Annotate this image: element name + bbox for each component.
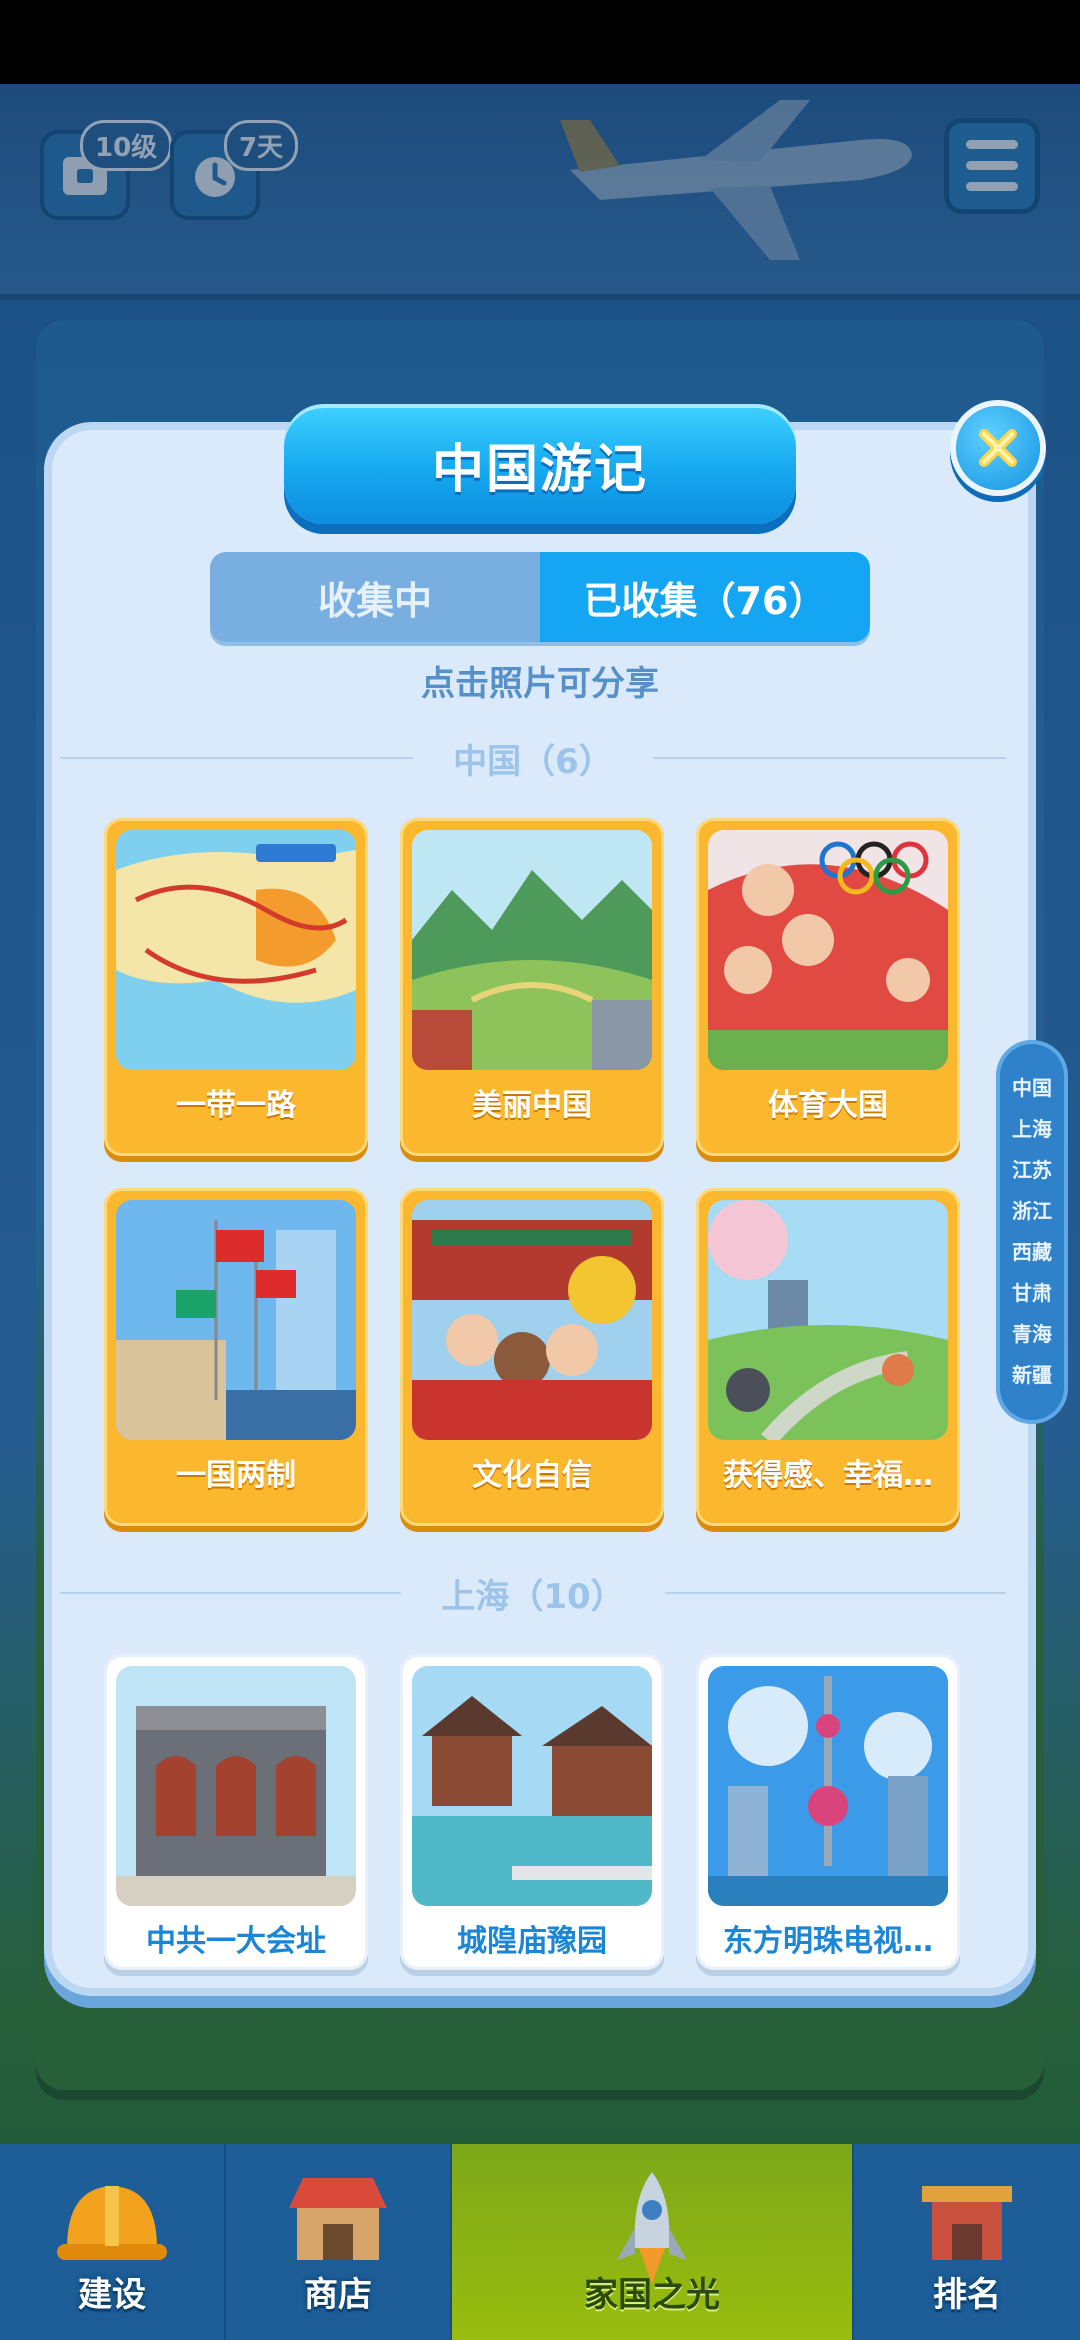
nav-ranking[interactable]: 排名 bbox=[854, 2144, 1080, 2340]
photo-card[interactable]: 一带一路 bbox=[104, 818, 368, 1156]
section-header-china: 中国（6） bbox=[60, 733, 1007, 783]
section-title: 上海（10） bbox=[441, 1576, 625, 1617]
nav-build[interactable]: 建设 bbox=[0, 2144, 226, 2340]
photo-card[interactable]: 城隍庙豫园 bbox=[400, 1654, 664, 1970]
index-item-jiangsu[interactable]: 江苏 bbox=[1012, 1152, 1052, 1189]
nav-label: 商店 bbox=[304, 2275, 372, 2315]
divider bbox=[664, 1592, 1007, 1594]
photo-beautiful-china bbox=[412, 830, 652, 1070]
nav-label: 排名 bbox=[933, 2275, 1001, 2315]
collection-tabs: 收集中 已收集（76） bbox=[210, 552, 870, 642]
shop-icon bbox=[289, 2178, 387, 2260]
card-label: 文化自信 bbox=[472, 1458, 592, 1493]
photo-card[interactable]: 获得感、幸福… bbox=[696, 1188, 960, 1526]
nav-home-glory[interactable]: 家国之光 bbox=[452, 2144, 854, 2340]
photo-oriental-pearl-tower bbox=[708, 1666, 948, 1906]
photo-happiness bbox=[708, 1200, 948, 1440]
nav-label: 建设 bbox=[78, 2275, 146, 2315]
section-header-shanghai: 上海（10） bbox=[60, 1568, 1007, 1618]
divider bbox=[60, 757, 414, 759]
photo-card[interactable]: 一国两制 bbox=[104, 1188, 368, 1526]
photo-card[interactable]: 美丽中国 bbox=[400, 818, 664, 1156]
close-icon bbox=[979, 429, 1017, 467]
card-label: 体育大国 bbox=[768, 1088, 888, 1123]
index-item-china[interactable]: 中国 bbox=[1012, 1070, 1052, 1107]
photo-cultural-confidence bbox=[412, 1200, 652, 1440]
index-item-xinjiang[interactable]: 新疆 bbox=[1012, 1357, 1052, 1394]
index-item-qinghai[interactable]: 青海 bbox=[1012, 1316, 1052, 1353]
region-index: 中国 上海 江苏 浙江 西藏 甘肃 青海 新疆 bbox=[996, 1040, 1068, 1424]
tab-collecting[interactable]: 收集中 bbox=[210, 552, 540, 642]
card-label: 获得感、幸福… bbox=[723, 1458, 933, 1493]
close-button[interactable] bbox=[956, 406, 1040, 490]
tab-collected[interactable]: 已收集（76） bbox=[540, 552, 870, 642]
section-title: 中国（6） bbox=[453, 741, 613, 782]
photo-card[interactable]: 体育大国 bbox=[696, 818, 960, 1156]
index-item-tibet[interactable]: 西藏 bbox=[1012, 1234, 1052, 1271]
rocket-icon bbox=[617, 2172, 687, 2284]
bottom-nav: 建设 商店 家国之光 排名 bbox=[0, 2144, 1080, 2340]
share-hint: 点击照片可分享 bbox=[421, 664, 659, 704]
card-label: 东方明珠电视… bbox=[723, 1924, 933, 1959]
ranking-tower-icon bbox=[922, 2186, 1012, 2260]
divider bbox=[652, 757, 1007, 759]
index-item-gansu[interactable]: 甘肃 bbox=[1012, 1275, 1052, 1312]
card-label: 中共一大会址 bbox=[146, 1924, 326, 1959]
card-label: 一国两制 bbox=[176, 1458, 296, 1493]
photo-first-congress-site bbox=[116, 1666, 356, 1906]
status-bar bbox=[0, 0, 1080, 84]
photo-one-country-two-systems bbox=[116, 1200, 356, 1440]
photo-sports-nation bbox=[708, 830, 948, 1070]
card-label: 美丽中国 bbox=[472, 1088, 592, 1123]
nav-shop[interactable]: 商店 bbox=[226, 2144, 452, 2340]
divider bbox=[60, 1592, 402, 1594]
hardhat-icon bbox=[57, 2186, 167, 2260]
photo-card[interactable]: 文化自信 bbox=[400, 1188, 664, 1526]
index-item-zhejiang[interactable]: 浙江 bbox=[1012, 1193, 1052, 1230]
photo-belt-road bbox=[116, 830, 356, 1070]
photo-card[interactable]: 东方明珠电视… bbox=[696, 1654, 960, 1970]
index-item-shanghai[interactable]: 上海 bbox=[1012, 1111, 1052, 1148]
photo-yuyuan-garden bbox=[412, 1666, 652, 1906]
card-label: 城隍庙豫园 bbox=[457, 1924, 607, 1959]
photo-card[interactable]: 中共一大会址 bbox=[104, 1654, 368, 1970]
modal-title: 中国游记 bbox=[284, 404, 796, 524]
card-label: 一带一路 bbox=[176, 1088, 296, 1123]
